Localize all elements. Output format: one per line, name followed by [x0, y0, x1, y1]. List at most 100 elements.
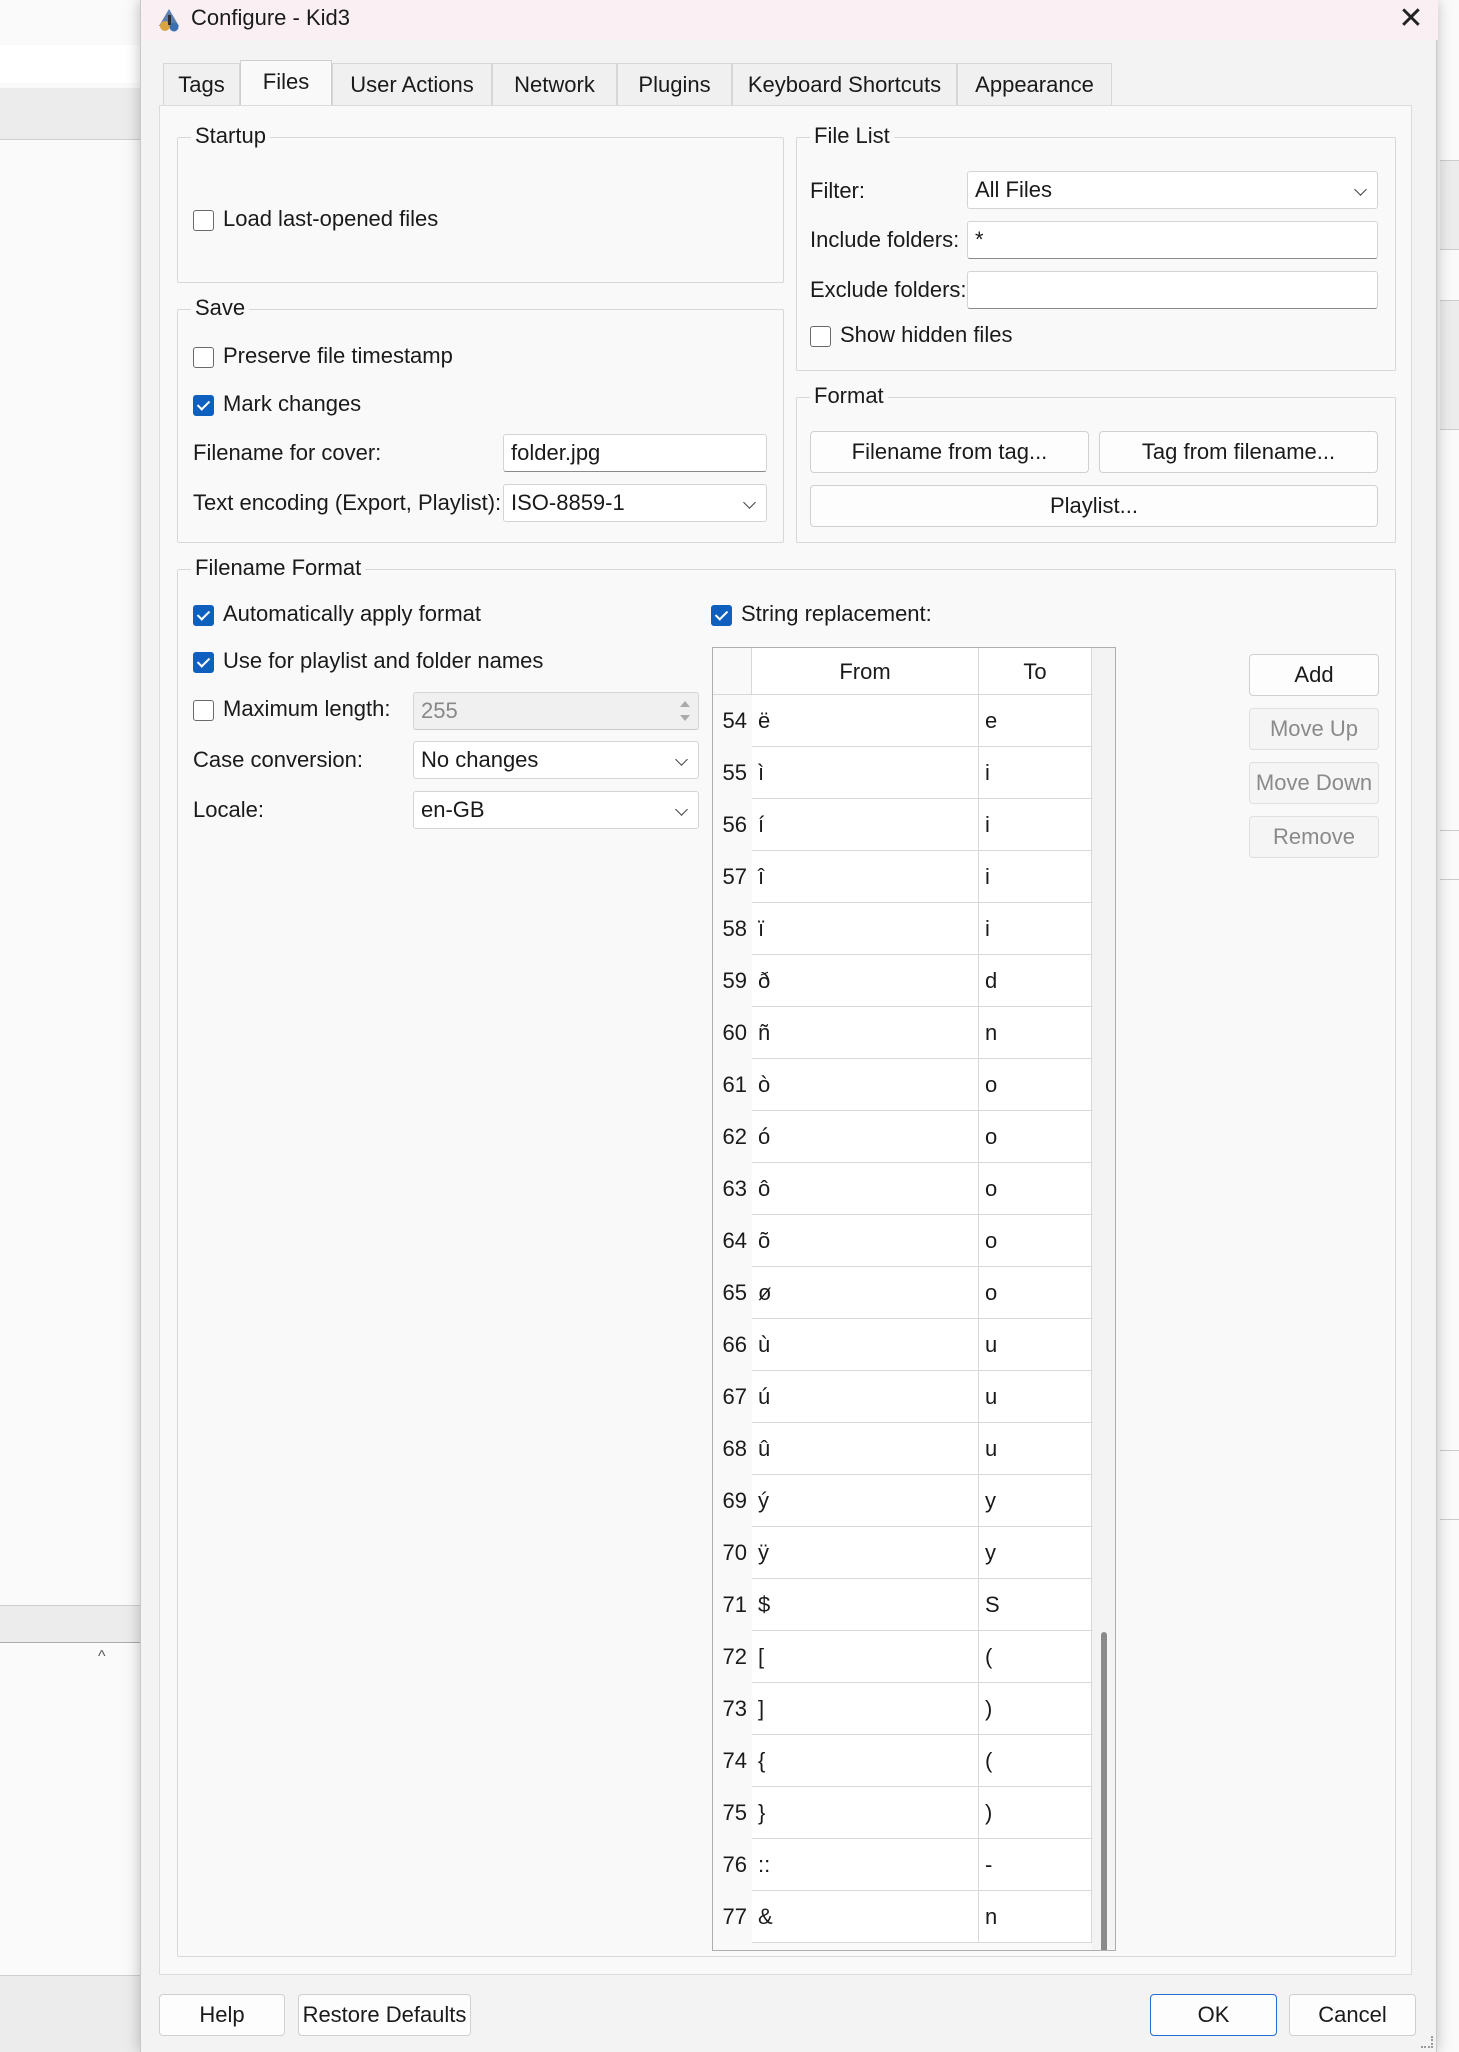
from-cell[interactable]: :: — [752, 1839, 979, 1891]
table-row[interactable]: 72[( — [713, 1631, 1092, 1683]
to-cell[interactable]: y — [979, 1527, 1092, 1579]
close-icon[interactable]: ✕ — [1393, 2, 1429, 38]
to-cell[interactable]: y — [979, 1475, 1092, 1527]
table-row[interactable]: 54 ë e — [713, 695, 1092, 747]
from-cell[interactable]: õ — [752, 1215, 979, 1267]
playlist-folder-names-label[interactable]: Use for playlist and folder names — [223, 648, 543, 674]
resize-grip-icon[interactable] — [1421, 2036, 1433, 2048]
load-last-opened-label[interactable]: Load last-opened files — [223, 206, 438, 232]
to-cell[interactable]: n — [979, 1891, 1092, 1943]
show-hidden-files-checkbox[interactable] — [810, 326, 831, 347]
filter-select[interactable]: All Files — [967, 171, 1378, 209]
from-cell[interactable]: ì — [752, 747, 979, 799]
table-row[interactable]: 59 ð d — [713, 955, 1092, 1007]
to-cell[interactable]: o — [979, 1163, 1092, 1215]
table-row[interactable]: 57 î i — [713, 851, 1092, 903]
table-row[interactable]: 64 õ o — [713, 1215, 1092, 1267]
playlist-button[interactable]: Playlist... — [810, 485, 1378, 527]
tag-from-filename-button[interactable]: Tag from filename... — [1099, 431, 1378, 473]
from-cell[interactable]: & — [752, 1891, 979, 1943]
from-cell[interactable]: ð — [752, 955, 979, 1007]
table-row[interactable]: 68 û u — [713, 1423, 1092, 1475]
from-cell[interactable]: ÿ — [752, 1527, 979, 1579]
from-cell[interactable]: û — [752, 1423, 979, 1475]
table-row[interactable]: 65 ø o — [713, 1267, 1092, 1319]
string-replacement-label[interactable]: String replacement: — [741, 601, 932, 627]
preserve-timestamp-checkbox[interactable] — [193, 347, 214, 368]
tab-network[interactable]: Network — [492, 63, 617, 105]
table-row[interactable]: 76:: - — [713, 1839, 1092, 1891]
spin-up-icon[interactable] — [680, 701, 690, 707]
to-cell[interactable]: S — [979, 1579, 1092, 1631]
to-cell[interactable]: - — [979, 1839, 1092, 1891]
from-cell[interactable]: $ — [752, 1579, 979, 1631]
tab-appearance[interactable]: Appearance — [957, 63, 1112, 105]
tab-user-actions[interactable]: User Actions — [332, 63, 492, 105]
to-cell[interactable]: o — [979, 1111, 1092, 1163]
to-column-header[interactable]: To — [979, 648, 1092, 695]
from-cell[interactable]: } — [752, 1787, 979, 1839]
table-scrollbar[interactable] — [1092, 648, 1115, 1950]
tab-files[interactable]: Files — [240, 60, 332, 107]
table-row[interactable]: 71 $ S — [713, 1579, 1092, 1631]
remove-button[interactable]: Remove — [1249, 816, 1379, 858]
maximum-length-spinbox[interactable]: 255 — [413, 692, 699, 730]
filename-from-tag-button[interactable]: Filename from tag... — [810, 431, 1089, 473]
preserve-timestamp-label[interactable]: Preserve file timestamp — [223, 343, 453, 369]
table-row[interactable]: 61 ò o — [713, 1059, 1092, 1111]
show-hidden-files-label[interactable]: Show hidden files — [840, 322, 1012, 348]
table-row[interactable]: 55 ì i — [713, 747, 1092, 799]
mark-changes-label[interactable]: Mark changes — [223, 391, 361, 417]
from-cell[interactable]: { — [752, 1735, 979, 1787]
from-cell[interactable]: ø — [752, 1267, 979, 1319]
table-row[interactable]: 74{( — [713, 1735, 1092, 1787]
to-cell[interactable]: i — [979, 903, 1092, 955]
spin-down-icon[interactable] — [680, 715, 690, 721]
cover-filename-field[interactable]: folder.jpg — [503, 434, 767, 472]
to-cell[interactable]: o — [979, 1059, 1092, 1111]
table-row[interactable]: 67 ú u — [713, 1371, 1092, 1423]
auto-apply-format-checkbox[interactable] — [193, 605, 214, 626]
to-cell[interactable]: ( — [979, 1631, 1092, 1683]
from-cell[interactable]: ë — [752, 695, 979, 747]
to-cell[interactable]: n — [979, 1007, 1092, 1059]
cancel-button[interactable]: Cancel — [1289, 1994, 1416, 2036]
scrollbar-thumb[interactable] — [1101, 1632, 1107, 1950]
to-cell[interactable]: u — [979, 1423, 1092, 1475]
to-cell[interactable]: ) — [979, 1787, 1092, 1839]
to-cell[interactable]: u — [979, 1371, 1092, 1423]
table-row[interactable]: 77 & n — [713, 1891, 1092, 1943]
from-cell[interactable]: ñ — [752, 1007, 979, 1059]
from-cell[interactable]: ú — [752, 1371, 979, 1423]
restore-defaults-button[interactable]: Restore Defaults — [298, 1994, 471, 2036]
to-cell[interactable]: o — [979, 1215, 1092, 1267]
to-cell[interactable]: ( — [979, 1735, 1092, 1787]
add-button[interactable]: Add — [1249, 654, 1379, 696]
from-column-header[interactable]: From — [752, 648, 979, 695]
help-button[interactable]: Help — [159, 1994, 285, 2036]
from-cell[interactable]: [ — [752, 1631, 979, 1683]
table-row[interactable]: 66 ù u — [713, 1319, 1092, 1371]
to-cell[interactable]: o — [979, 1267, 1092, 1319]
maximum-length-label[interactable]: Maximum length: — [223, 696, 391, 722]
to-cell[interactable]: u — [979, 1319, 1092, 1371]
to-cell[interactable]: ) — [979, 1683, 1092, 1735]
from-cell[interactable]: î — [752, 851, 979, 903]
table-row[interactable]: 73]) — [713, 1683, 1092, 1735]
string-replacement-checkbox[interactable] — [711, 605, 732, 626]
tab-tags[interactable]: Tags — [163, 63, 240, 105]
to-cell[interactable]: i — [979, 747, 1092, 799]
table-row[interactable]: 63 ô o — [713, 1163, 1092, 1215]
tab-keyboard-shortcuts[interactable]: Keyboard Shortcuts — [732, 63, 957, 105]
table-row[interactable]: 60 ñ n — [713, 1007, 1092, 1059]
from-cell[interactable]: ] — [752, 1683, 979, 1735]
load-last-opened-checkbox[interactable] — [193, 210, 214, 231]
ok-button[interactable]: OK — [1150, 1994, 1277, 2036]
include-folders-field[interactable]: * — [967, 221, 1378, 259]
to-cell[interactable]: e — [979, 695, 1092, 747]
table-row[interactable]: 75}) — [713, 1787, 1092, 1839]
exclude-folders-field[interactable] — [967, 271, 1378, 309]
from-cell[interactable]: í — [752, 799, 979, 851]
to-cell[interactable]: i — [979, 851, 1092, 903]
to-cell[interactable]: i — [979, 799, 1092, 851]
